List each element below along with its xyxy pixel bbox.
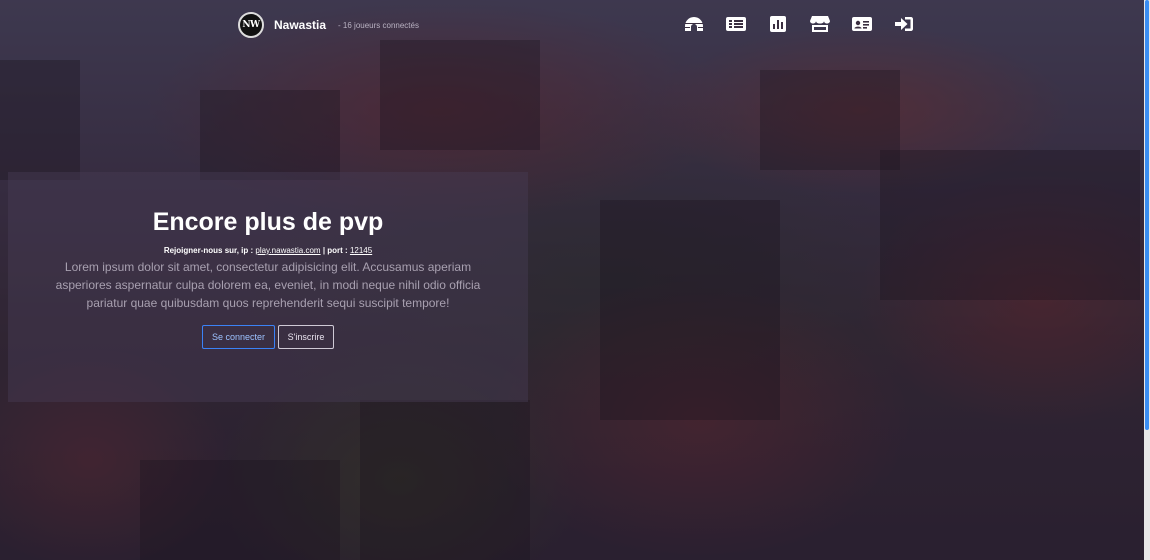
hero-panel: Encore plus de pvp Rejoigner-nous sur, i… [8, 172, 528, 402]
brand-logo[interactable]: NW [238, 12, 264, 38]
brand-name[interactable]: Nawastia [274, 18, 326, 32]
nav-list[interactable] [726, 14, 746, 34]
chart-icon [770, 16, 786, 32]
nav-store[interactable] [810, 14, 830, 34]
nav-login[interactable] [894, 14, 914, 34]
nav-stats[interactable] [768, 14, 788, 34]
list-icon [726, 17, 746, 31]
hero-title: Encore plus de pvp [152, 208, 384, 236]
nav-home[interactable] [684, 14, 704, 34]
hero-description: Lorem ipsum dolor sit amet, consectetur … [55, 260, 481, 310]
top-nav [684, 14, 936, 34]
online-players-status: - 16 joueurs connectés [338, 20, 419, 30]
server-info: Rejoigner-nous sur, ip : play.nawastia.c… [8, 246, 528, 255]
server-port[interactable]: 12145 [350, 246, 372, 255]
nav-profile[interactable] [852, 14, 872, 34]
igloo-icon [685, 17, 703, 31]
scrollbar-thumb[interactable] [1145, 0, 1149, 430]
page-scrollbar[interactable] [1144, 0, 1150, 560]
store-icon [810, 16, 830, 32]
brand[interactable]: NW Nawastia - 16 joueurs connectés [238, 12, 419, 38]
ip-label: Rejoigner-nous sur, ip : [163, 246, 256, 255]
id-card-icon [852, 17, 872, 31]
server-ip[interactable]: play.nawastia.com [255, 246, 320, 255]
sign-in-icon [895, 17, 913, 31]
port-label: | port : [320, 246, 350, 255]
hero-actions: Se connecter S'inscrire [8, 325, 528, 349]
register-button[interactable]: S'inscrire [278, 325, 334, 349]
login-button[interactable]: Se connecter [202, 325, 275, 349]
